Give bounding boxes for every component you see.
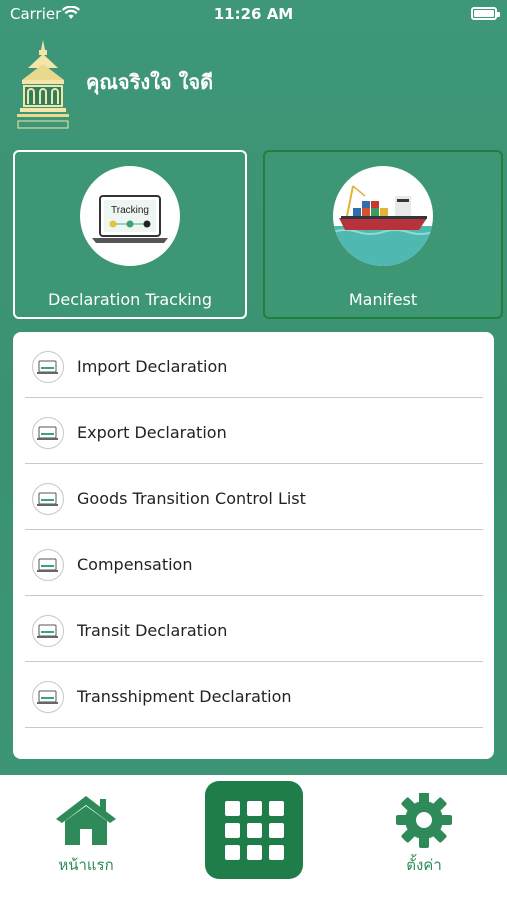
tracking-doc-icon xyxy=(32,615,64,647)
bottom-tab-bar: หน้าแรก ตั้งค่า xyxy=(0,775,507,900)
menu-item-transshipment-declaration[interactable]: Transshipment Declaration xyxy=(25,662,483,728)
tracking-doc-icon xyxy=(32,681,64,713)
manifest-card[interactable]: Manifest xyxy=(263,150,503,319)
tab-home[interactable]: หน้าแรก xyxy=(50,793,122,877)
declaration-menu: Import Declaration Export Declaration Go… xyxy=(13,332,494,759)
manifest-illustration xyxy=(333,166,433,266)
menu-item-label: Transshipment Declaration xyxy=(77,687,292,706)
menu-item-label: Compensation xyxy=(77,555,193,574)
declaration-tracking-card[interactable]: Tracking Declaration Tracking xyxy=(13,150,247,319)
tracking-doc-icon xyxy=(32,483,64,515)
tracking-doc-icon xyxy=(32,549,64,581)
menu-item-export-declaration[interactable]: Export Declaration xyxy=(25,398,483,464)
menu-item-compensation[interactable]: Compensation xyxy=(25,530,483,596)
tracking-doc-icon xyxy=(32,417,64,449)
home-icon xyxy=(56,796,116,845)
menu-item-transit-declaration[interactable]: Transit Declaration xyxy=(25,596,483,662)
menu-item-label: Import Declaration xyxy=(77,357,228,376)
menu-item-label: Transit Declaration xyxy=(77,621,228,640)
tracking-doc-icon xyxy=(32,351,64,383)
menu-item-goods-transition-control-list[interactable]: Goods Transition Control List xyxy=(25,464,483,530)
battery-icon xyxy=(471,7,500,20)
menu-item-import-declaration[interactable]: Import Declaration xyxy=(25,332,483,398)
tab-settings-label: ตั้งค่า xyxy=(406,856,442,874)
menu-grid-button[interactable] xyxy=(205,781,303,879)
menu-item-label: Goods Transition Control List xyxy=(77,489,306,508)
status-bar: Carrier 11:26 AM xyxy=(0,0,507,30)
gear-icon xyxy=(396,792,452,848)
tab-home-label: หน้าแรก xyxy=(58,856,114,874)
cargo-ship-icon xyxy=(333,185,433,266)
tracking-illustration: Tracking xyxy=(80,166,180,266)
user-name: คุณจริงใจ ใจดี xyxy=(86,70,214,94)
customs-logo xyxy=(17,40,69,129)
menu-item-label: Export Declaration xyxy=(77,423,227,442)
manifest-label: Manifest xyxy=(348,290,418,309)
laptop-tracking-icon: Tracking xyxy=(92,195,168,243)
tab-settings[interactable]: ตั้งค่า xyxy=(388,792,460,877)
status-time: 11:26 AM xyxy=(213,5,294,23)
declaration-tracking-label: Declaration Tracking xyxy=(48,290,212,309)
tracking-badge-text: Tracking xyxy=(111,205,149,216)
